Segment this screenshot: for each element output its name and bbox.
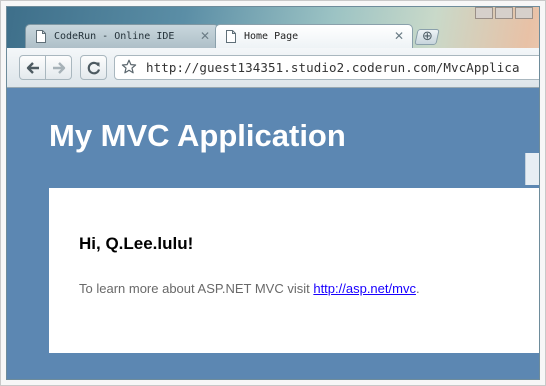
back-button[interactable] [19,55,46,80]
main-content: Hi, Q.Lee.lulu! To learn more about ASP.… [49,188,539,353]
document-icon [36,30,46,43]
asp-net-mvc-link[interactable]: http://asp.net/mvc [313,281,416,296]
greeting-heading: Hi, Q.Lee.lulu! [79,234,194,253]
reload-icon [87,61,101,75]
star-icon[interactable] [121,59,137,75]
page-viewport: My MVC Application Hi, Q.Lee.lulu! To le… [7,88,539,379]
tab-strip: CodeRun - Online IDE ✕ Home Page ✕ ⊕ [7,7,539,49]
document-icon [226,30,236,43]
forward-arrow-icon [53,62,66,74]
plus-icon: ⊕ [422,29,433,44]
tab-title: Home Page [244,31,299,42]
close-icon[interactable]: ✕ [394,29,404,43]
screenshot-frame: CodeRun - Online IDE ✕ Home Page ✕ ⊕ htt… [0,0,546,386]
close-icon[interactable]: ✕ [200,29,210,43]
learn-more-suffix: . [415,281,420,296]
new-tab-button[interactable]: ⊕ [414,29,440,45]
browser-window: CodeRun - Online IDE ✕ Home Page ✕ ⊕ htt… [7,7,539,379]
forward-button[interactable] [45,55,72,80]
close-window-button[interactable] [515,7,533,19]
address-bar[interactable]: http://guest134351.studio2.coderun.com/M… [114,55,539,80]
tab-title: CodeRun - Online IDE [54,31,175,42]
window-controls [475,7,535,23]
browser-toolbar: http://guest134351.studio2.coderun.com/M… [7,48,539,88]
menu-container [525,153,539,185]
back-arrow-icon [26,62,39,74]
url-text[interactable]: http://guest134351.studio2.coderun.com/M… [146,60,520,75]
minimize-button[interactable] [475,7,493,19]
tab-home-page[interactable]: Home Page ✕ [215,24,413,48]
maximize-button[interactable] [495,7,513,19]
learn-more-text: To learn more about ASP.NET MVC visit ht… [79,281,420,296]
page-title: My MVC Application [49,118,346,153]
tab-coderun[interactable]: CodeRun - Online IDE ✕ [25,24,219,48]
reload-button[interactable] [80,55,107,80]
learn-more-prefix: To learn more about ASP.NET MVC visit [79,281,314,296]
